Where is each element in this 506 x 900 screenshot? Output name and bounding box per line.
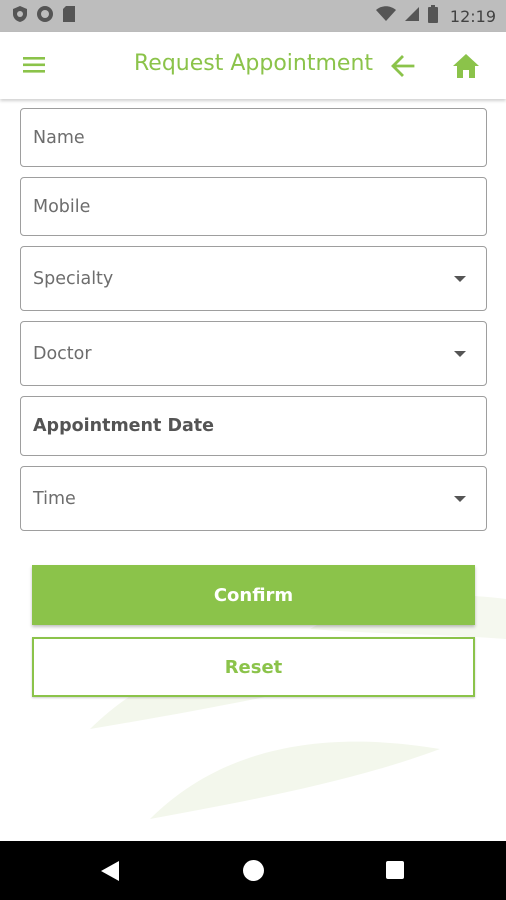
status-bar-right-icons: 12:19 <box>375 5 496 27</box>
mobile-field-label: Mobile <box>33 196 91 217</box>
name-field-label: Name <box>33 127 85 148</box>
status-bar-left-icons <box>12 5 76 27</box>
status-time: 12:19 <box>449 6 496 26</box>
square-recents-icon[interactable] <box>386 861 404 879</box>
home-icon[interactable] <box>451 51 481 81</box>
app-bar: Request Appointment <box>0 32 506 99</box>
battery-icon <box>427 5 438 27</box>
appointment-form: Name Mobile Specialty Doctor Appointment… <box>0 99 506 841</box>
chevron-down-icon <box>454 495 466 502</box>
name-field[interactable]: Name <box>20 108 487 167</box>
time-select[interactable]: Time <box>20 466 487 531</box>
confirm-button[interactable]: Confirm <box>32 565 475 625</box>
signal-icon <box>404 6 420 26</box>
doctor-select[interactable]: Doctor <box>20 321 487 386</box>
specialty-select[interactable]: Specialty <box>20 246 487 311</box>
mobile-field[interactable]: Mobile <box>20 177 487 236</box>
arrow-left-icon[interactable] <box>389 52 417 80</box>
appointment-date-label: Appointment Date <box>33 416 215 436</box>
time-select-label: Time <box>33 488 76 509</box>
system-nav-bar <box>0 841 506 900</box>
status-bar: 12:19 <box>0 0 506 32</box>
circle-home-icon[interactable] <box>243 860 264 881</box>
chevron-down-icon <box>454 350 466 357</box>
shield-notification-icon <box>12 5 28 27</box>
triangle-back-icon[interactable] <box>100 860 120 886</box>
wifi-icon <box>375 6 396 26</box>
sd-card-icon <box>62 5 76 27</box>
appointment-date-field[interactable]: Appointment Date <box>20 396 487 456</box>
doctor-select-label: Doctor <box>33 343 92 364</box>
hamburger-menu-icon[interactable] <box>22 54 48 76</box>
specialty-select-label: Specialty <box>33 268 114 289</box>
page-title: Request Appointment <box>134 51 374 76</box>
circle-notification-icon <box>36 5 54 27</box>
chevron-down-icon <box>454 275 466 282</box>
reset-button[interactable]: Reset <box>32 637 475 697</box>
